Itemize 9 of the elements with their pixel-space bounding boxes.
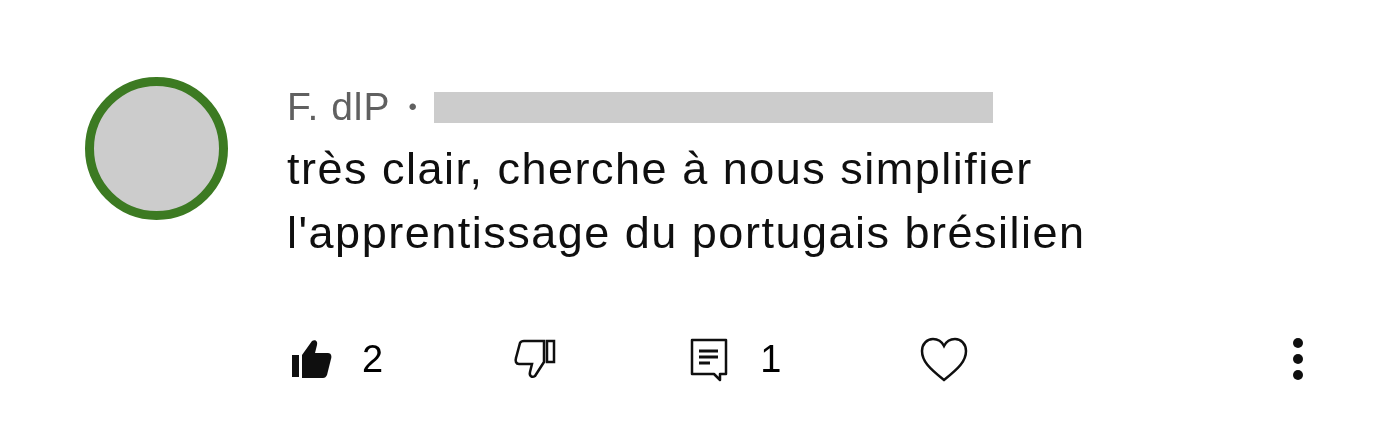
separator-dot: •: [408, 92, 418, 122]
comment-text: très clair, cherche à nous simplifier l'apprentissage du portugais brésilien: [287, 142, 1087, 260]
author-name[interactable]: F. dlP: [287, 85, 391, 129]
dislike-button[interactable]: [513, 337, 558, 381]
like-button[interactable]: 2: [290, 330, 384, 388]
more-button[interactable]: [1292, 337, 1304, 381]
heart-button[interactable]: [919, 336, 970, 382]
more-icon: [1292, 337, 1304, 381]
reply-button[interactable]: 1: [688, 330, 782, 388]
